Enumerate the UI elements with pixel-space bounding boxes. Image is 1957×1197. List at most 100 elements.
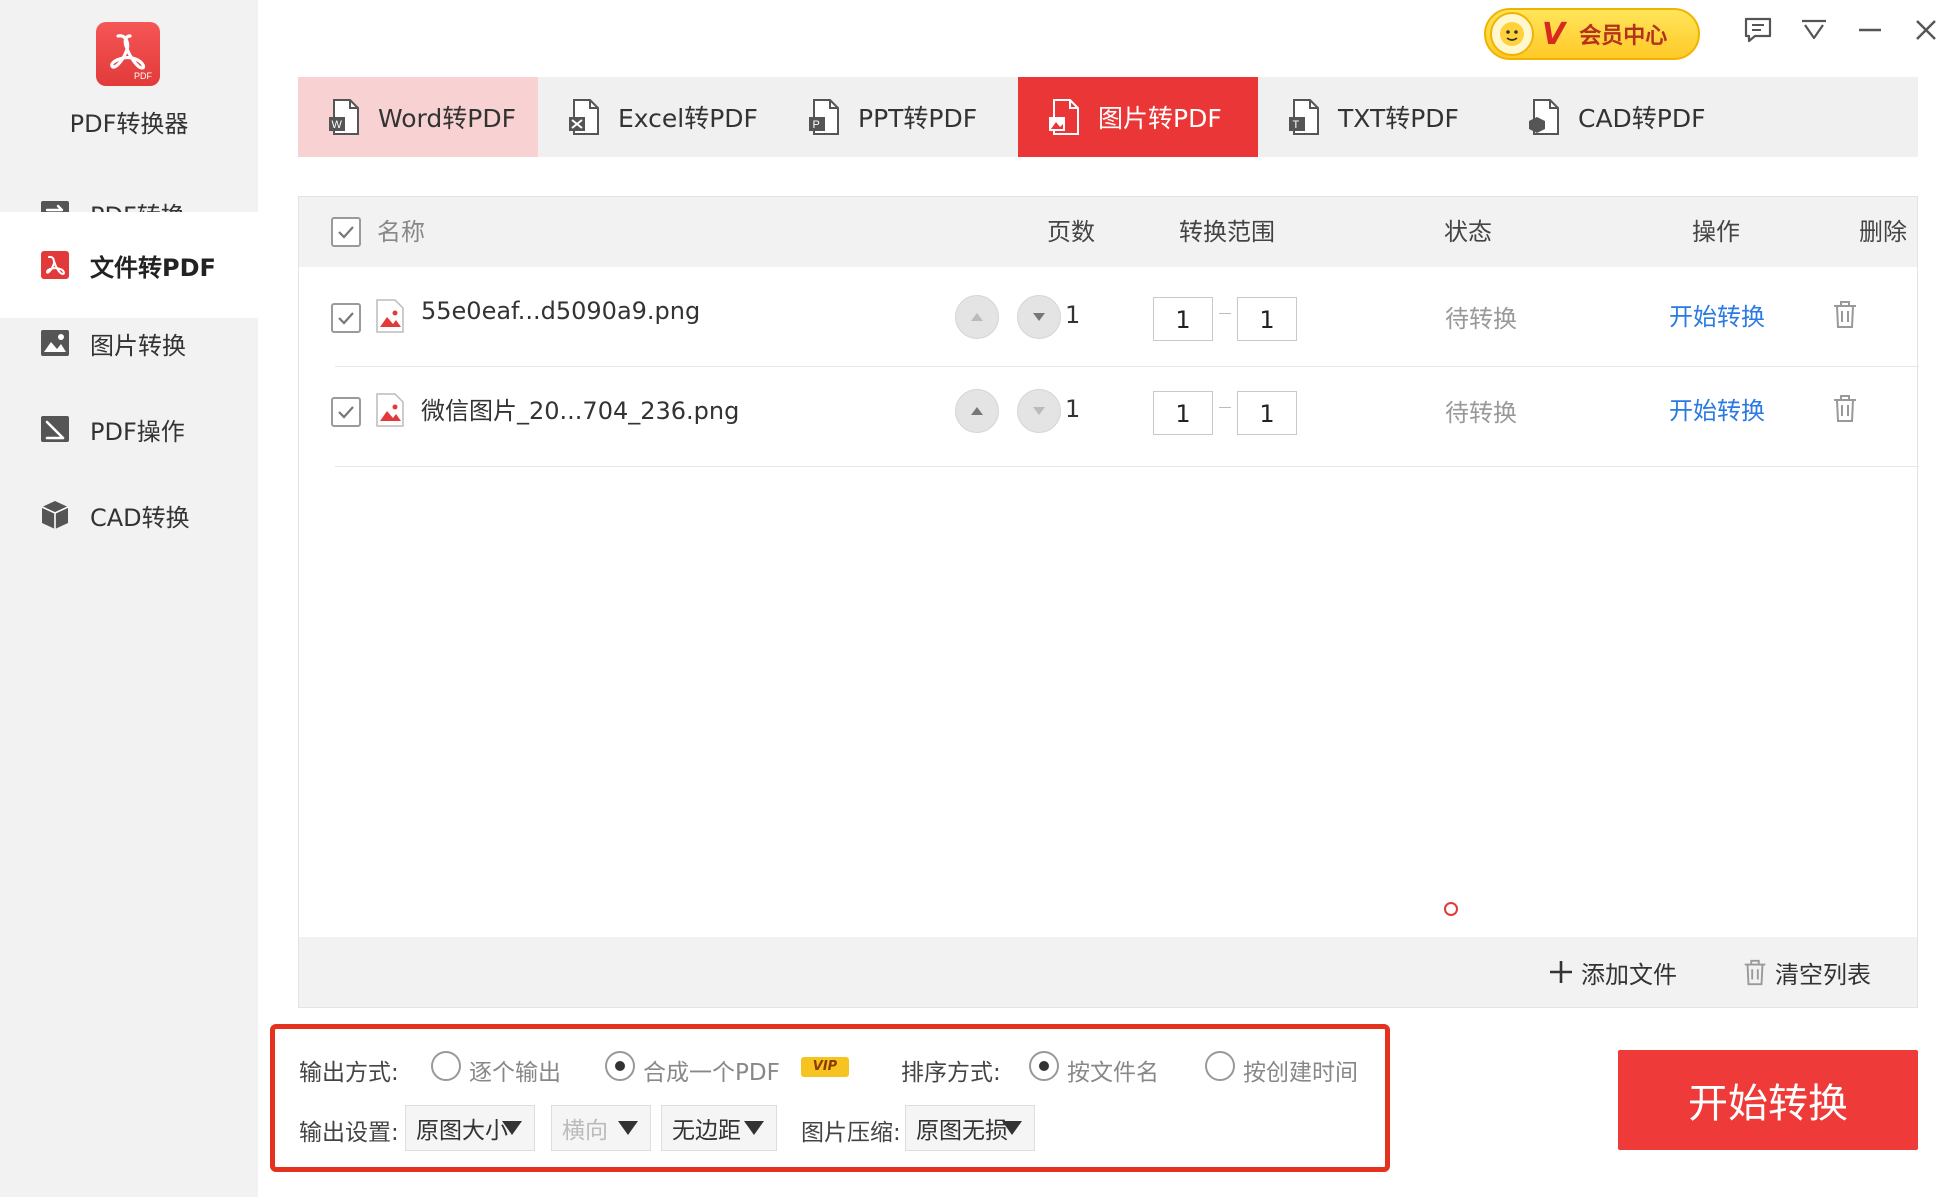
page-size-select[interactable]: 原图大小 — [405, 1105, 535, 1151]
app-logo-icon: PDF — [96, 22, 160, 86]
tab-label: 图片转PDF — [1098, 104, 1222, 133]
table-row: 微信图片_20...704_236.png 1 1 1 待转换 开始转换 — [331, 367, 1919, 467]
cad-file-icon — [1529, 99, 1559, 135]
header-pages: 页数 — [1047, 218, 1095, 246]
margin-value: 无边距 — [672, 1118, 741, 1144]
pdf-icon — [38, 248, 72, 282]
feedback-icon[interactable] — [1740, 12, 1776, 48]
select-all-checkbox[interactable] — [331, 217, 361, 247]
chevron-down-icon — [502, 1121, 522, 1135]
vip-center-button[interactable]: V 会员中心 — [1484, 8, 1700, 60]
header-delete: 删除 — [1859, 218, 1907, 246]
close-icon[interactable] — [1908, 12, 1944, 48]
sidebar-item-label: PDF操作 — [90, 417, 185, 446]
chevron-down-icon — [744, 1121, 764, 1135]
tab-excel-to-pdf[interactable]: Excel转PDF — [538, 77, 778, 157]
option-sort-filename[interactable]: 按文件名 — [1067, 1053, 1159, 1087]
orientation-value: 横向 — [562, 1118, 608, 1144]
start-convert-link[interactable]: 开始转换 — [1669, 297, 1765, 332]
clear-list-button[interactable]: 清空列表 — [1741, 937, 1871, 1007]
vip-tag: VIP — [801, 1057, 849, 1077]
cursor-marker — [1444, 902, 1458, 916]
status-text: 待转换 — [1445, 305, 1517, 333]
move-down-button[interactable] — [1017, 389, 1061, 433]
file-list-footer: 添加文件 清空列表 — [299, 937, 1917, 1007]
tab-cad-to-pdf[interactable]: CAD转PDF — [1498, 77, 1738, 157]
plus-icon — [1550, 961, 1572, 983]
compress-value: 原图无损 — [916, 1118, 1008, 1144]
option-output-each[interactable]: 逐个输出 — [469, 1053, 561, 1087]
tab-label: TXT转PDF — [1338, 104, 1459, 133]
range-to-input[interactable]: 1 — [1237, 297, 1297, 341]
sidebar-item-label: 文件转PDF — [90, 253, 216, 282]
tab-image-to-pdf[interactable]: 图片转PDF — [1018, 77, 1258, 157]
ppt-file-icon: P — [809, 99, 839, 135]
header-name: 名称 — [377, 218, 425, 246]
row-checkbox[interactable] — [331, 397, 361, 427]
radio-sort-created[interactable] — [1205, 1051, 1235, 1081]
move-up-button[interactable] — [955, 295, 999, 339]
option-sort-created[interactable]: 按创建时间 — [1243, 1053, 1358, 1087]
header-action: 操作 — [1692, 218, 1740, 246]
orientation-select[interactable]: 横向 — [551, 1105, 651, 1151]
tab-label: PPT转PDF — [858, 104, 978, 133]
add-files-button[interactable]: 添加文件 — [1547, 937, 1677, 1007]
table-row: 55e0eaf...d5090a9.png 1 1 1 待转换 开始转换 — [331, 267, 1919, 367]
header-range: 转换范围 — [1179, 218, 1275, 246]
compress-label: 图片压缩: — [801, 1120, 901, 1146]
edit-icon — [38, 412, 72, 446]
margin-select[interactable]: 无边距 — [661, 1105, 777, 1151]
tab-txt-to-pdf[interactable]: T TXT转PDF — [1258, 77, 1498, 157]
trash-icon — [1744, 959, 1766, 986]
sidebar-item-label: CAD转换 — [90, 503, 190, 532]
sort-label: 排序方式: — [901, 1060, 1001, 1086]
output-mode-label: 输出方式: — [299, 1060, 399, 1086]
file-list-panel: 名称 页数 转换范围 状态 操作 删除 55e0eaf...d5090a9.pn… — [298, 196, 1919, 1008]
radio-merge-pdf[interactable] — [605, 1051, 635, 1081]
image-file-icon — [376, 299, 404, 333]
add-files-label: 添加文件 — [1581, 960, 1677, 989]
svg-text:P: P — [813, 119, 820, 131]
range-from-input[interactable]: 1 — [1153, 297, 1213, 341]
svg-text:T: T — [1293, 119, 1300, 131]
tab-word-to-pdf[interactable]: W Word转PDF — [298, 77, 538, 157]
tab-label: Word转PDF — [378, 104, 516, 133]
page-count: 1 — [1065, 301, 1081, 329]
trash-icon[interactable] — [1831, 299, 1859, 329]
sidebar-item-cad-convert[interactable]: CAD转换 — [0, 462, 258, 568]
excel-file-icon — [569, 99, 599, 135]
tab-label: CAD转PDF — [1578, 104, 1706, 133]
option-merge-pdf[interactable]: 合成一个PDF — [643, 1053, 780, 1087]
output-settings-box: 输出方式: 逐个输出 合成一个PDF VIP 排序方式: 按文件名 按创建时间 … — [270, 1024, 1390, 1172]
range-from-input[interactable]: 1 — [1153, 391, 1213, 435]
trash-icon[interactable] — [1831, 393, 1859, 423]
page-count: 1 — [1065, 395, 1081, 423]
status-text: 待转换 — [1445, 399, 1517, 427]
move-down-button[interactable] — [1017, 295, 1061, 339]
tab-label: Excel转PDF — [618, 104, 758, 133]
radio-sort-filename[interactable] — [1029, 1051, 1059, 1081]
svg-text:PDF: PDF — [134, 71, 153, 81]
image-file-icon — [1049, 99, 1079, 135]
txt-file-icon: T — [1289, 99, 1319, 135]
clear-list-label: 清空列表 — [1775, 960, 1871, 989]
minimize-icon[interactable] — [1852, 12, 1888, 48]
range-to-input[interactable]: 1 — [1237, 391, 1297, 435]
vip-center-label: 会员中心 — [1579, 24, 1668, 49]
chevron-down-icon — [618, 1121, 638, 1135]
move-up-button[interactable] — [955, 389, 999, 433]
vip-mascot-icon — [1490, 12, 1534, 56]
file-name: 微信图片_20...704_236.png — [421, 397, 740, 425]
tab-bar: W Word转PDF Excel转PDF P PPT转PDF 图片转PDF T … — [298, 77, 1918, 157]
compress-select[interactable]: 原图无损 — [905, 1105, 1035, 1151]
menu-dropdown-icon[interactable] — [1796, 12, 1832, 48]
row-checkbox[interactable] — [331, 303, 361, 333]
chevron-down-icon — [1002, 1121, 1022, 1135]
table-header: 名称 页数 转换范围 状态 操作 删除 — [299, 197, 1917, 267]
vip-letter: V — [1542, 16, 1566, 52]
app-name: PDF转换器 — [69, 110, 189, 138]
start-convert-link[interactable]: 开始转换 — [1669, 391, 1765, 426]
start-convert-button[interactable]: 开始转换 — [1618, 1050, 1918, 1150]
radio-output-each[interactable] — [431, 1051, 461, 1081]
tab-ppt-to-pdf[interactable]: P PPT转PDF — [778, 77, 1018, 157]
